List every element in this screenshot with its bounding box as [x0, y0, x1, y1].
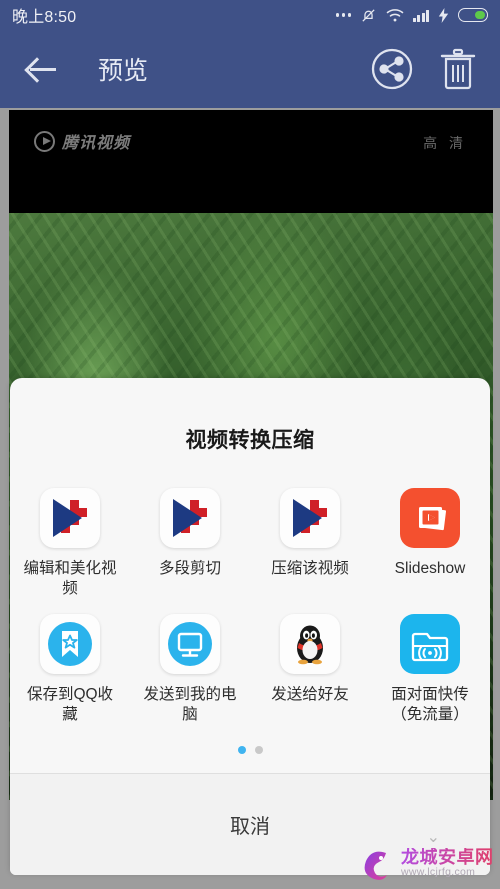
back-arrow-icon[interactable] — [22, 49, 62, 89]
share-item-label: 保存到QQ收藏 — [26, 685, 114, 724]
share-item-label: 多段剪切 — [158, 560, 221, 577]
phone-screen: 晚上8:50 预览 腾讯视频 高 清 ⌄ 视频转换压缩 编辑和美化视频 多段剪切… — [0, 0, 500, 889]
tencent-video-watermark: 腾讯视频 — [34, 129, 130, 153]
monitor-icon — [160, 613, 220, 674]
video-letterbox — [9, 110, 493, 213]
nav-recent-hint: ⌄ — [426, 829, 440, 846]
share-grid: 编辑和美化视频 多段剪切 压缩该视频 Slideshow 保存到QQ收藏 发送到… — [10, 488, 490, 726]
play-circle-icon — [34, 130, 55, 152]
share-item-send-to-my-computer[interactable]: 发送到我的电脑 — [130, 613, 250, 726]
status-bar: 晚上8:50 — [0, 0, 500, 30]
app-bar-actions — [370, 47, 478, 91]
app-bar: 预览 — [0, 30, 500, 108]
bell-muted-icon — [362, 8, 375, 22]
share-item-compress-video[interactable]: 压缩该视频 — [250, 488, 370, 600]
tencent-watermark-text: 腾讯视频 — [62, 135, 131, 152]
cancel-button[interactable]: 取消 — [10, 773, 490, 875]
page-title: 预览 — [98, 57, 149, 85]
share-item-edit-beautify[interactable]: 编辑和美化视频 — [10, 488, 130, 600]
folder-broadcast-icon — [400, 613, 460, 674]
status-time: 晚上8:50 — [12, 9, 77, 26]
video-editor-icon — [160, 488, 220, 548]
share-sheet-pager[interactable] — [10, 745, 490, 754]
charging-bolt-icon — [438, 7, 449, 23]
share-item-label: 面对面快传（免流量） — [391, 685, 469, 724]
status-icons — [335, 7, 488, 24]
signal-bars-icon — [413, 9, 429, 22]
share-item-multi-trim[interactable]: 多段剪切 — [130, 488, 250, 600]
more-dots-icon — [335, 13, 352, 17]
video-editor-icon — [280, 488, 340, 548]
share-sheet-title: 视频转换压缩 — [185, 429, 315, 452]
share-item-send-to-friend[interactable]: 发送给好友 — [250, 613, 370, 726]
battery-icon — [458, 8, 488, 22]
wifi-icon — [386, 8, 404, 21]
pager-dot-1[interactable] — [237, 745, 246, 754]
share-item-label: 压缩该视频 — [271, 560, 349, 577]
video-quality-label: 高 清 — [423, 135, 467, 151]
share-item-qq-favorites[interactable]: 保存到QQ收藏 — [10, 613, 130, 726]
bookmark-star-icon — [40, 613, 100, 674]
video-editor-icon — [40, 488, 100, 548]
share-nodes-icon[interactable] — [370, 47, 414, 91]
pager-dot-2[interactable] — [254, 745, 263, 754]
share-item-face-to-face-transfer[interactable]: 面对面快传（免流量） — [370, 613, 490, 726]
share-item-label: 发送给好友 — [271, 685, 349, 703]
trash-icon[interactable] — [438, 47, 478, 91]
share-item-label: Slideshow — [394, 560, 466, 577]
share-item-slideshow[interactable]: Slideshow — [370, 488, 490, 600]
share-item-label: 编辑和美化视频 — [23, 560, 117, 598]
qq-penguin-icon — [280, 613, 340, 674]
share-sheet: 视频转换压缩 编辑和美化视频 多段剪切 压缩该视频 Slideshow 保存到Q… — [10, 378, 490, 875]
share-item-label: 发送到我的电脑 — [143, 685, 237, 724]
slideshow-icon — [400, 488, 460, 548]
